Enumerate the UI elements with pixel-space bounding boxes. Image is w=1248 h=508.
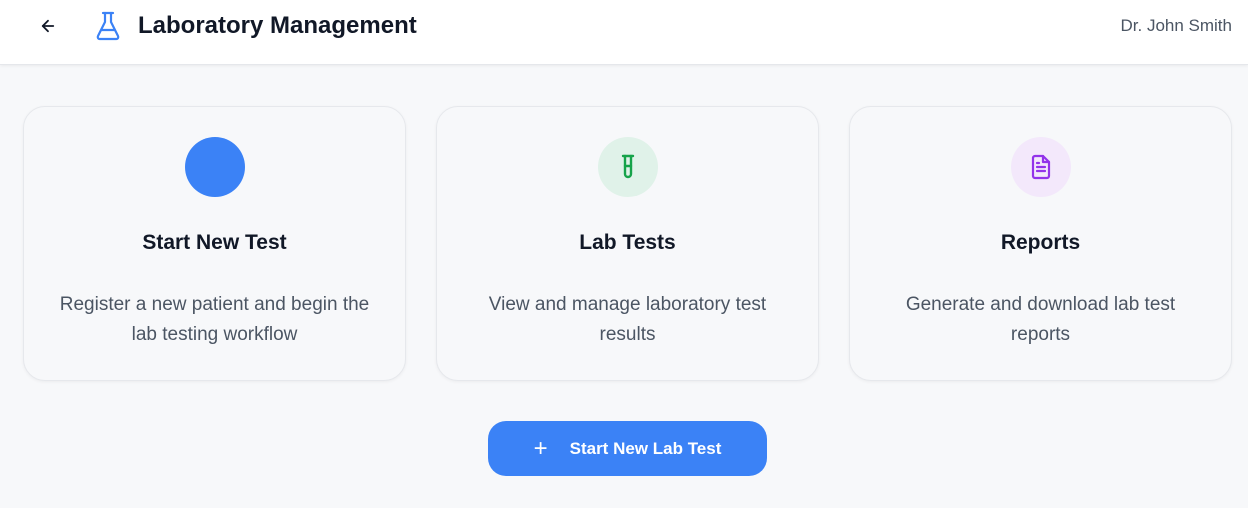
start-new-lab-test-button[interactable]: + Start New Lab Test xyxy=(488,421,767,476)
lab-tests-card[interactable]: Lab Tests View and manage laboratory tes… xyxy=(436,106,819,381)
app-header: Laboratory Management Dr. John Smith xyxy=(0,0,1248,65)
back-button[interactable] xyxy=(34,12,62,40)
flask-icon xyxy=(96,11,120,41)
reports-card[interactable]: Reports Generate and download lab test r… xyxy=(849,106,1232,381)
card-title: Reports xyxy=(1000,231,1081,254)
test-tube-icon-wrapper xyxy=(598,137,658,197)
card-description: View and manage laboratory test results xyxy=(488,294,767,345)
card-description: Register a new patient and begin the lab… xyxy=(59,294,370,345)
card-title: Start New Test xyxy=(142,231,287,254)
button-label: Start New Lab Test xyxy=(569,438,722,458)
card-title: Lab Tests xyxy=(579,231,676,254)
document-icon-wrapper xyxy=(1011,137,1071,197)
start-new-test-card[interactable]: Start New Test Register a new patient an… xyxy=(23,106,406,381)
document-icon xyxy=(1031,154,1051,180)
test-tube-icon xyxy=(621,154,635,179)
arrow-left-icon xyxy=(41,19,55,33)
card-description: Generate and download lab test reports xyxy=(905,294,1176,345)
blue-circle-icon xyxy=(185,137,245,197)
plus-icon: + xyxy=(533,434,548,462)
user-name: Dr. John Smith xyxy=(1120,16,1233,35)
page-title: Laboratory Management xyxy=(138,12,417,39)
